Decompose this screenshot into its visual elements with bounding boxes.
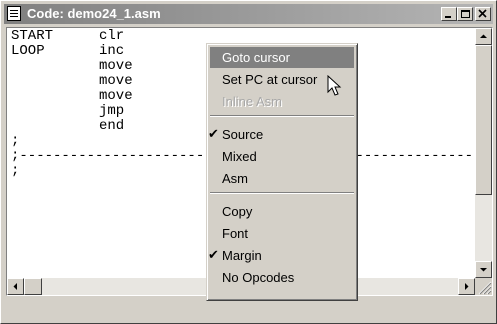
horizontal-scroll-thumb[interactable] <box>24 278 42 295</box>
menu-separator <box>210 115 354 117</box>
code-label: ; <box>11 163 20 179</box>
menu-item-label: Set PC at cursor <box>222 72 318 87</box>
menu-item-label: Inline Asm <box>222 94 282 109</box>
menu-item-source[interactable]: ✔ Source <box>208 124 354 145</box>
menu-item-font[interactable]: Font <box>210 223 354 244</box>
down-arrow-icon <box>480 268 487 272</box>
menu-item-label: Font <box>222 226 249 241</box>
close-icon <box>478 9 487 18</box>
code-label: ; <box>11 133 20 149</box>
code-opcode: move <box>99 88 133 104</box>
code-opcode: move <box>99 58 133 74</box>
code-window: Code: demo24_1.asm START clr LOOP inc move mo… <box>0 0 497 324</box>
minimize-icon <box>445 16 451 18</box>
size-grip-icon <box>478 281 492 295</box>
up-arrow-icon <box>480 34 487 38</box>
code-opcode: move <box>99 73 133 89</box>
minimize-button[interactable] <box>441 7 457 21</box>
checkmark-icon: ✔ <box>208 126 219 141</box>
window-title: Code: demo24_1.asm <box>27 6 161 21</box>
menu-item-mixed[interactable]: Mixed <box>210 146 354 167</box>
menu-item-label: No Opcodes <box>222 270 295 285</box>
maximize-button[interactable] <box>457 7 473 21</box>
code-opcode: clr <box>99 28 125 44</box>
code-opcode: inc <box>99 43 125 59</box>
resize-grip[interactable] <box>475 278 492 295</box>
menu-item-label: Goto cursor <box>222 50 290 65</box>
menu-item-label: Copy <box>222 204 253 219</box>
right-arrow-icon <box>465 283 469 290</box>
menu-separator <box>210 192 354 194</box>
checkmark-icon: ✔ <box>208 247 219 262</box>
scroll-down-button[interactable] <box>475 261 492 278</box>
menu-item-no-opcodes[interactable]: No Opcodes <box>210 267 354 288</box>
document-icon <box>7 6 21 21</box>
menu-item-label: Source <box>222 127 264 142</box>
code-opcode: end <box>99 118 125 134</box>
scroll-up-button[interactable] <box>475 28 492 45</box>
vertical-scrollbar[interactable] <box>475 28 492 278</box>
maximize-icon <box>461 10 470 18</box>
menu-item-label: Asm <box>222 171 248 186</box>
code-label: START <box>11 28 54 44</box>
title-bar[interactable]: Code: demo24_1.asm <box>4 4 493 24</box>
left-arrow-icon <box>13 283 17 290</box>
mouse-cursor-icon <box>327 75 342 96</box>
scroll-right-button[interactable] <box>458 278 475 295</box>
code-opcode: jmp <box>99 103 125 119</box>
menu-item-margin[interactable]: ✔ Margin <box>208 245 354 266</box>
vertical-scroll-thumb[interactable] <box>475 45 492 195</box>
code-label: LOOP <box>11 43 45 59</box>
menu-item-label: Margin <box>222 248 262 263</box>
menu-item-goto-cursor[interactable]: Goto cursor <box>210 47 354 68</box>
menu-item-asm[interactable]: Asm <box>210 168 354 189</box>
scroll-left-button[interactable] <box>7 278 24 295</box>
close-button[interactable] <box>475 7 491 21</box>
menu-item-label: Mixed <box>222 149 257 164</box>
menu-item-copy[interactable]: Copy <box>210 201 354 222</box>
